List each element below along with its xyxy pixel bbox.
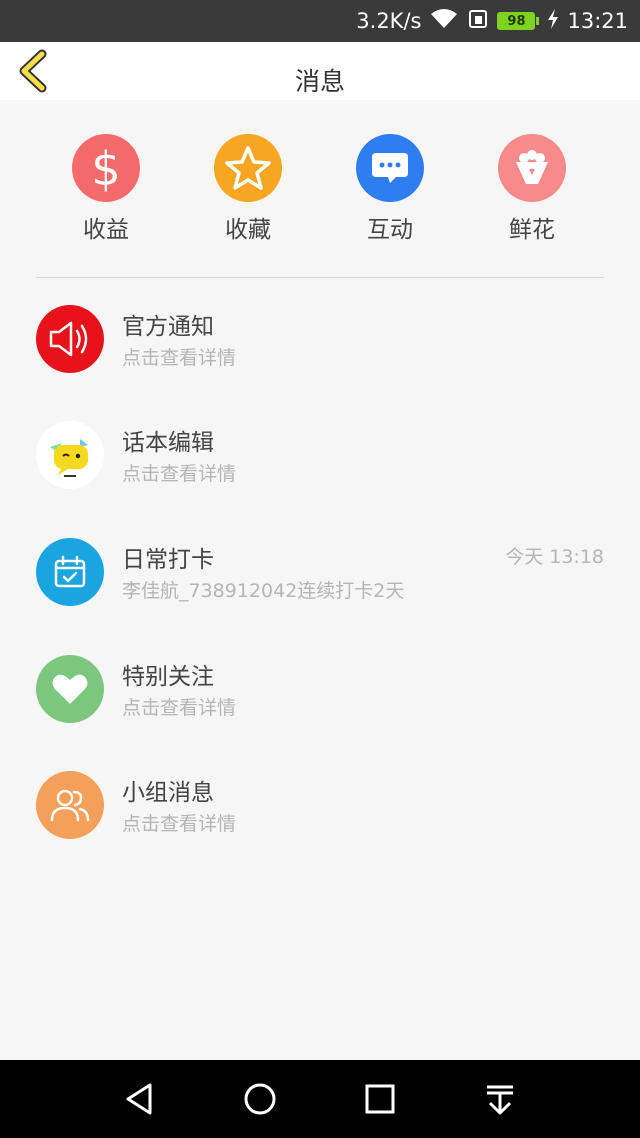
heart-icon [36, 655, 104, 723]
list-item-timestamp: 今天 13:18 [505, 546, 604, 568]
square-recents-icon [365, 1084, 395, 1114]
battery-icon: 98 [497, 12, 540, 30]
editor-avatar [36, 421, 104, 489]
group-icon [36, 771, 104, 839]
list-item-official-notice[interactable]: 官方通知 点击查看详情 [36, 305, 604, 375]
header: 消息 [0, 42, 640, 100]
nav-notification-button[interactable] [480, 1079, 520, 1119]
list-item-title: 特别关注 [122, 664, 214, 690]
list-item-script-editor[interactable]: 话本编辑 点击查看详情 [36, 421, 604, 491]
nav-back-button[interactable] [120, 1079, 160, 1119]
page-title: 消息 [294, 67, 345, 96]
star-icon [214, 134, 282, 202]
triangle-back-icon [126, 1083, 152, 1115]
svg-text:$: $ [91, 143, 120, 193]
system-nav-bar [0, 1060, 640, 1138]
quick-action-earnings[interactable]: $ 收益 [36, 134, 176, 244]
quick-action-label: 收藏 [225, 217, 271, 243]
circle-home-icon [244, 1083, 276, 1115]
quick-actions: $ 收益 收藏 互动 鲜花 [36, 134, 604, 244]
list-item-title: 官方通知 [122, 314, 214, 340]
nav-home-button[interactable] [240, 1079, 280, 1119]
sim-icon [467, 8, 489, 35]
battery-level: 98 [497, 12, 536, 30]
quick-action-label: 鲜花 [509, 217, 555, 243]
bouquet-icon [498, 134, 566, 202]
list-item-title: 小组消息 [122, 780, 214, 806]
list-item-daily-checkin[interactable]: 日常打卡 李佳航_738912042连续打卡2天 今天 13:18 [36, 538, 604, 608]
quick-action-flowers[interactable]: 鲜花 [462, 134, 602, 244]
list-item-subtitle: 点击查看详情 [122, 347, 237, 369]
list-item-title: 日常打卡 [122, 547, 214, 573]
status-bar: 3.2K/s 98 13:21 [0, 0, 640, 42]
clock: 13:21 [567, 9, 628, 33]
wifi-icon [429, 8, 459, 35]
list-item-subtitle: 李佳航_738912042连续打卡2天 [122, 580, 405, 602]
network-speed: 3.2K/s [356, 9, 422, 33]
list-item-special-follow[interactable]: 特别关注 点击查看详情 [36, 655, 604, 725]
quick-action-favorites[interactable]: 收藏 [178, 134, 318, 244]
dollar-icon: $ [72, 134, 140, 202]
list-item-group-messages[interactable]: 小组消息 点击查看详情 [36, 771, 604, 841]
list-item-subtitle: 点击查看详情 [122, 813, 237, 835]
calendar-icon [36, 538, 104, 606]
divider [36, 277, 604, 278]
list-item-title: 话本编辑 [122, 430, 214, 456]
quick-action-label: 收益 [83, 217, 129, 243]
list-item-subtitle: 点击查看详情 [122, 697, 237, 719]
quick-action-label: 互动 [367, 217, 413, 243]
speaker-icon [36, 305, 104, 373]
pull-down-icon [487, 1085, 513, 1115]
charging-icon [547, 8, 559, 35]
quick-action-interactions[interactable]: 互动 [320, 134, 460, 244]
list-item-subtitle: 点击查看详情 [122, 463, 237, 485]
chat-icon [356, 134, 424, 202]
nav-recents-button[interactable] [360, 1079, 400, 1119]
